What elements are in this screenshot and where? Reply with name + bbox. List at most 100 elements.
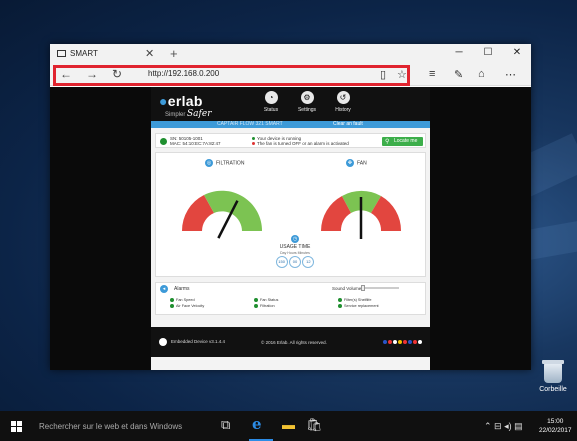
site-footer: Embedded Device v3.1.4.4 © 2016 Erlab. A…	[151, 327, 430, 357]
browser-tab[interactable]: SMART ✕	[50, 44, 162, 64]
web-content: ●erlab Simpler Safer ◔ Status ⚙ Settings…	[50, 87, 531, 370]
copyright: © 2016 Erlab. All rights reserved.	[261, 340, 327, 345]
usage-title: USAGE TIME	[279, 244, 311, 250]
store-icon[interactable]: 🛍	[306, 417, 323, 433]
close-window-button[interactable]: ✕	[507, 47, 527, 58]
alarm-fan-speed: Fan Speed	[170, 298, 195, 302]
windows-start-icon[interactable]	[11, 421, 22, 432]
usage-time: ◷ USAGE TIME Day Hours Minutes 150 00 12	[273, 235, 317, 269]
system-tray[interactable]: ⌃ ⊟ ◂) ▤	[484, 421, 523, 432]
page-margin-right	[430, 87, 531, 370]
edge-icon[interactable]: e	[252, 415, 262, 433]
flag-icon[interactable]	[398, 340, 402, 344]
status-dot-icon	[160, 138, 167, 145]
alarm-fan-status: Fan Status	[254, 298, 278, 302]
clock[interactable]: 15:00 22/02/2017	[539, 417, 572, 435]
site-header: ●erlab Simpler Safer ◔ Status ⚙ Settings…	[151, 87, 430, 121]
language-flags[interactable]	[383, 340, 423, 345]
usage-minutes: 12	[302, 256, 315, 268]
minimize-button[interactable]: ─	[449, 47, 469, 58]
flag-icon[interactable]	[388, 340, 392, 344]
gear-icon: ⚙	[300, 91, 314, 104]
filtration-title: ◎ FILTRATION	[205, 159, 245, 167]
filtration-gauge	[181, 190, 263, 239]
recycle-bin-icon	[542, 360, 564, 383]
maximize-button[interactable]: ☐	[478, 47, 498, 58]
mac-address: MAC: 54:10:EC:7A:82:47	[170, 141, 221, 146]
nav-settings-label: Settings	[297, 107, 317, 113]
flag-icon[interactable]	[403, 340, 407, 344]
device-info-panel: SN: 50105-1001 MAC: 54:10:EC:7A:82:47 Yo…	[155, 133, 426, 148]
sound-volume-label: Sound Volume	[332, 286, 362, 291]
product-bar: CAPTAIR FLOW 321 SMART Clear an fault	[151, 121, 430, 128]
favorite-star-icon[interactable]: ☆	[397, 68, 407, 81]
alarms-title: Alarms	[174, 286, 190, 292]
smart-page: ●erlab Simpler Safer ◔ Status ⚙ Settings…	[151, 87, 430, 370]
desktop: Corbeille SMART ✕ + ─ ☐ ✕ ← → ↻ http://1…	[0, 0, 577, 441]
usage-hours: 00	[289, 256, 301, 268]
taskbar: Rechercher sur le web et dans Windows ⧉ …	[0, 411, 577, 441]
taskbar-search[interactable]: Rechercher sur le web et dans Windows	[39, 422, 182, 431]
nav-status-label: Status	[263, 107, 279, 113]
clock-date: 22/02/2017	[539, 427, 572, 434]
usage-days: 150	[275, 256, 288, 268]
firmware-info: Embedded Device v3.1.4.4	[159, 338, 225, 346]
address-highlight	[53, 65, 410, 86]
recycle-bin[interactable]: Corbeille	[533, 360, 573, 393]
gauge-panel: ◎ FILTRATION ✤ FAN ◷ USAGE TIME Day Hour…	[155, 152, 426, 277]
gauge-icon: ◔	[264, 91, 278, 104]
fan-title: ✤ FAN	[346, 159, 367, 167]
volume-slider-handle[interactable]	[361, 285, 365, 291]
alarm-filtration: Filtration	[254, 304, 275, 308]
flag-icon[interactable]	[393, 340, 397, 344]
tab-title: SMART	[70, 49, 98, 58]
product-name: CAPTAIR FLOW 321 SMART	[217, 121, 283, 127]
fan-icon: ✤	[346, 159, 354, 167]
filter-icon: ◎	[205, 159, 213, 167]
pin-icon: ⚲	[385, 139, 390, 145]
url-field[interactable]: http://192.168.0.200	[148, 69, 219, 78]
tab-close-icon[interactable]: ✕	[145, 47, 154, 60]
share-icon[interactable]: ⌂	[478, 68, 485, 80]
fan-gauge	[321, 190, 402, 239]
clock-time: 15:00	[547, 418, 564, 425]
alarm-service-replacement: Service replacement	[338, 304, 379, 308]
alarm-filter-shelflife: Filter(s) Shelflife	[338, 298, 371, 302]
web-note-icon[interactable]: ✎	[454, 68, 463, 81]
clear-fault-link[interactable]: Clear an fault	[333, 121, 363, 127]
erlab-logo[interactable]: ●erlab Simpler Safer	[159, 93, 212, 119]
volume-slider[interactable]	[361, 285, 399, 291]
nav-status[interactable]: ◔ Status	[254, 91, 288, 113]
flag-icon[interactable]	[413, 340, 417, 344]
erlab-footer-icon	[159, 338, 167, 346]
fan-off-msg: The fan is turned OFF or an alarm is act…	[252, 141, 349, 146]
more-icon[interactable]: ⋯	[505, 68, 516, 81]
flag-icon[interactable]	[383, 340, 387, 344]
nav-settings[interactable]: ⚙ Settings	[290, 91, 324, 113]
logo-sub-prefix: Simpler	[165, 112, 186, 118]
locate-me-button[interactable]: ⚲ Locate me	[382, 137, 423, 146]
alarms-panel: ◂ Alarms Sound Volume Fan Speed Air Face…	[155, 282, 426, 315]
history-icon: ↺	[336, 91, 350, 104]
title-bar: SMART ✕ + ─ ☐ ✕	[50, 44, 531, 64]
task-view-icon[interactable]: ⧉	[221, 417, 230, 433]
browser-window: SMART ✕ + ─ ☐ ✕ ← → ↻ http://192.168.0.2…	[50, 44, 531, 370]
page-margin-left	[50, 87, 151, 370]
flag-icon[interactable]	[418, 340, 422, 344]
locate-me-label: Locate me	[394, 138, 418, 144]
new-tab-button[interactable]: +	[170, 46, 178, 61]
logo-text: erlab	[167, 93, 203, 109]
tab-page-icon	[57, 50, 66, 57]
logo-sub-word: Safer	[187, 109, 212, 119]
file-explorer-icon[interactable]: ▬	[282, 417, 295, 432]
address-bar-row: ← → ↻ http://192.168.0.200 ▯ ☆ ≡ ✎ ⌂ ⋯	[50, 64, 531, 86]
clock-icon: ◷	[291, 235, 299, 243]
hub-icon[interactable]: ≡	[429, 68, 435, 80]
nav-history[interactable]: ↺ History	[326, 91, 360, 113]
reading-view-icon[interactable]: ▯	[380, 68, 386, 81]
nav-history-label: History	[335, 107, 351, 113]
recycle-bin-label: Corbeille	[539, 386, 567, 393]
flag-icon[interactable]	[408, 340, 412, 344]
alarm-air-face-velocity: Air Face Velocity	[170, 304, 204, 308]
usage-labels: Day Hours Minutes	[280, 251, 310, 255]
